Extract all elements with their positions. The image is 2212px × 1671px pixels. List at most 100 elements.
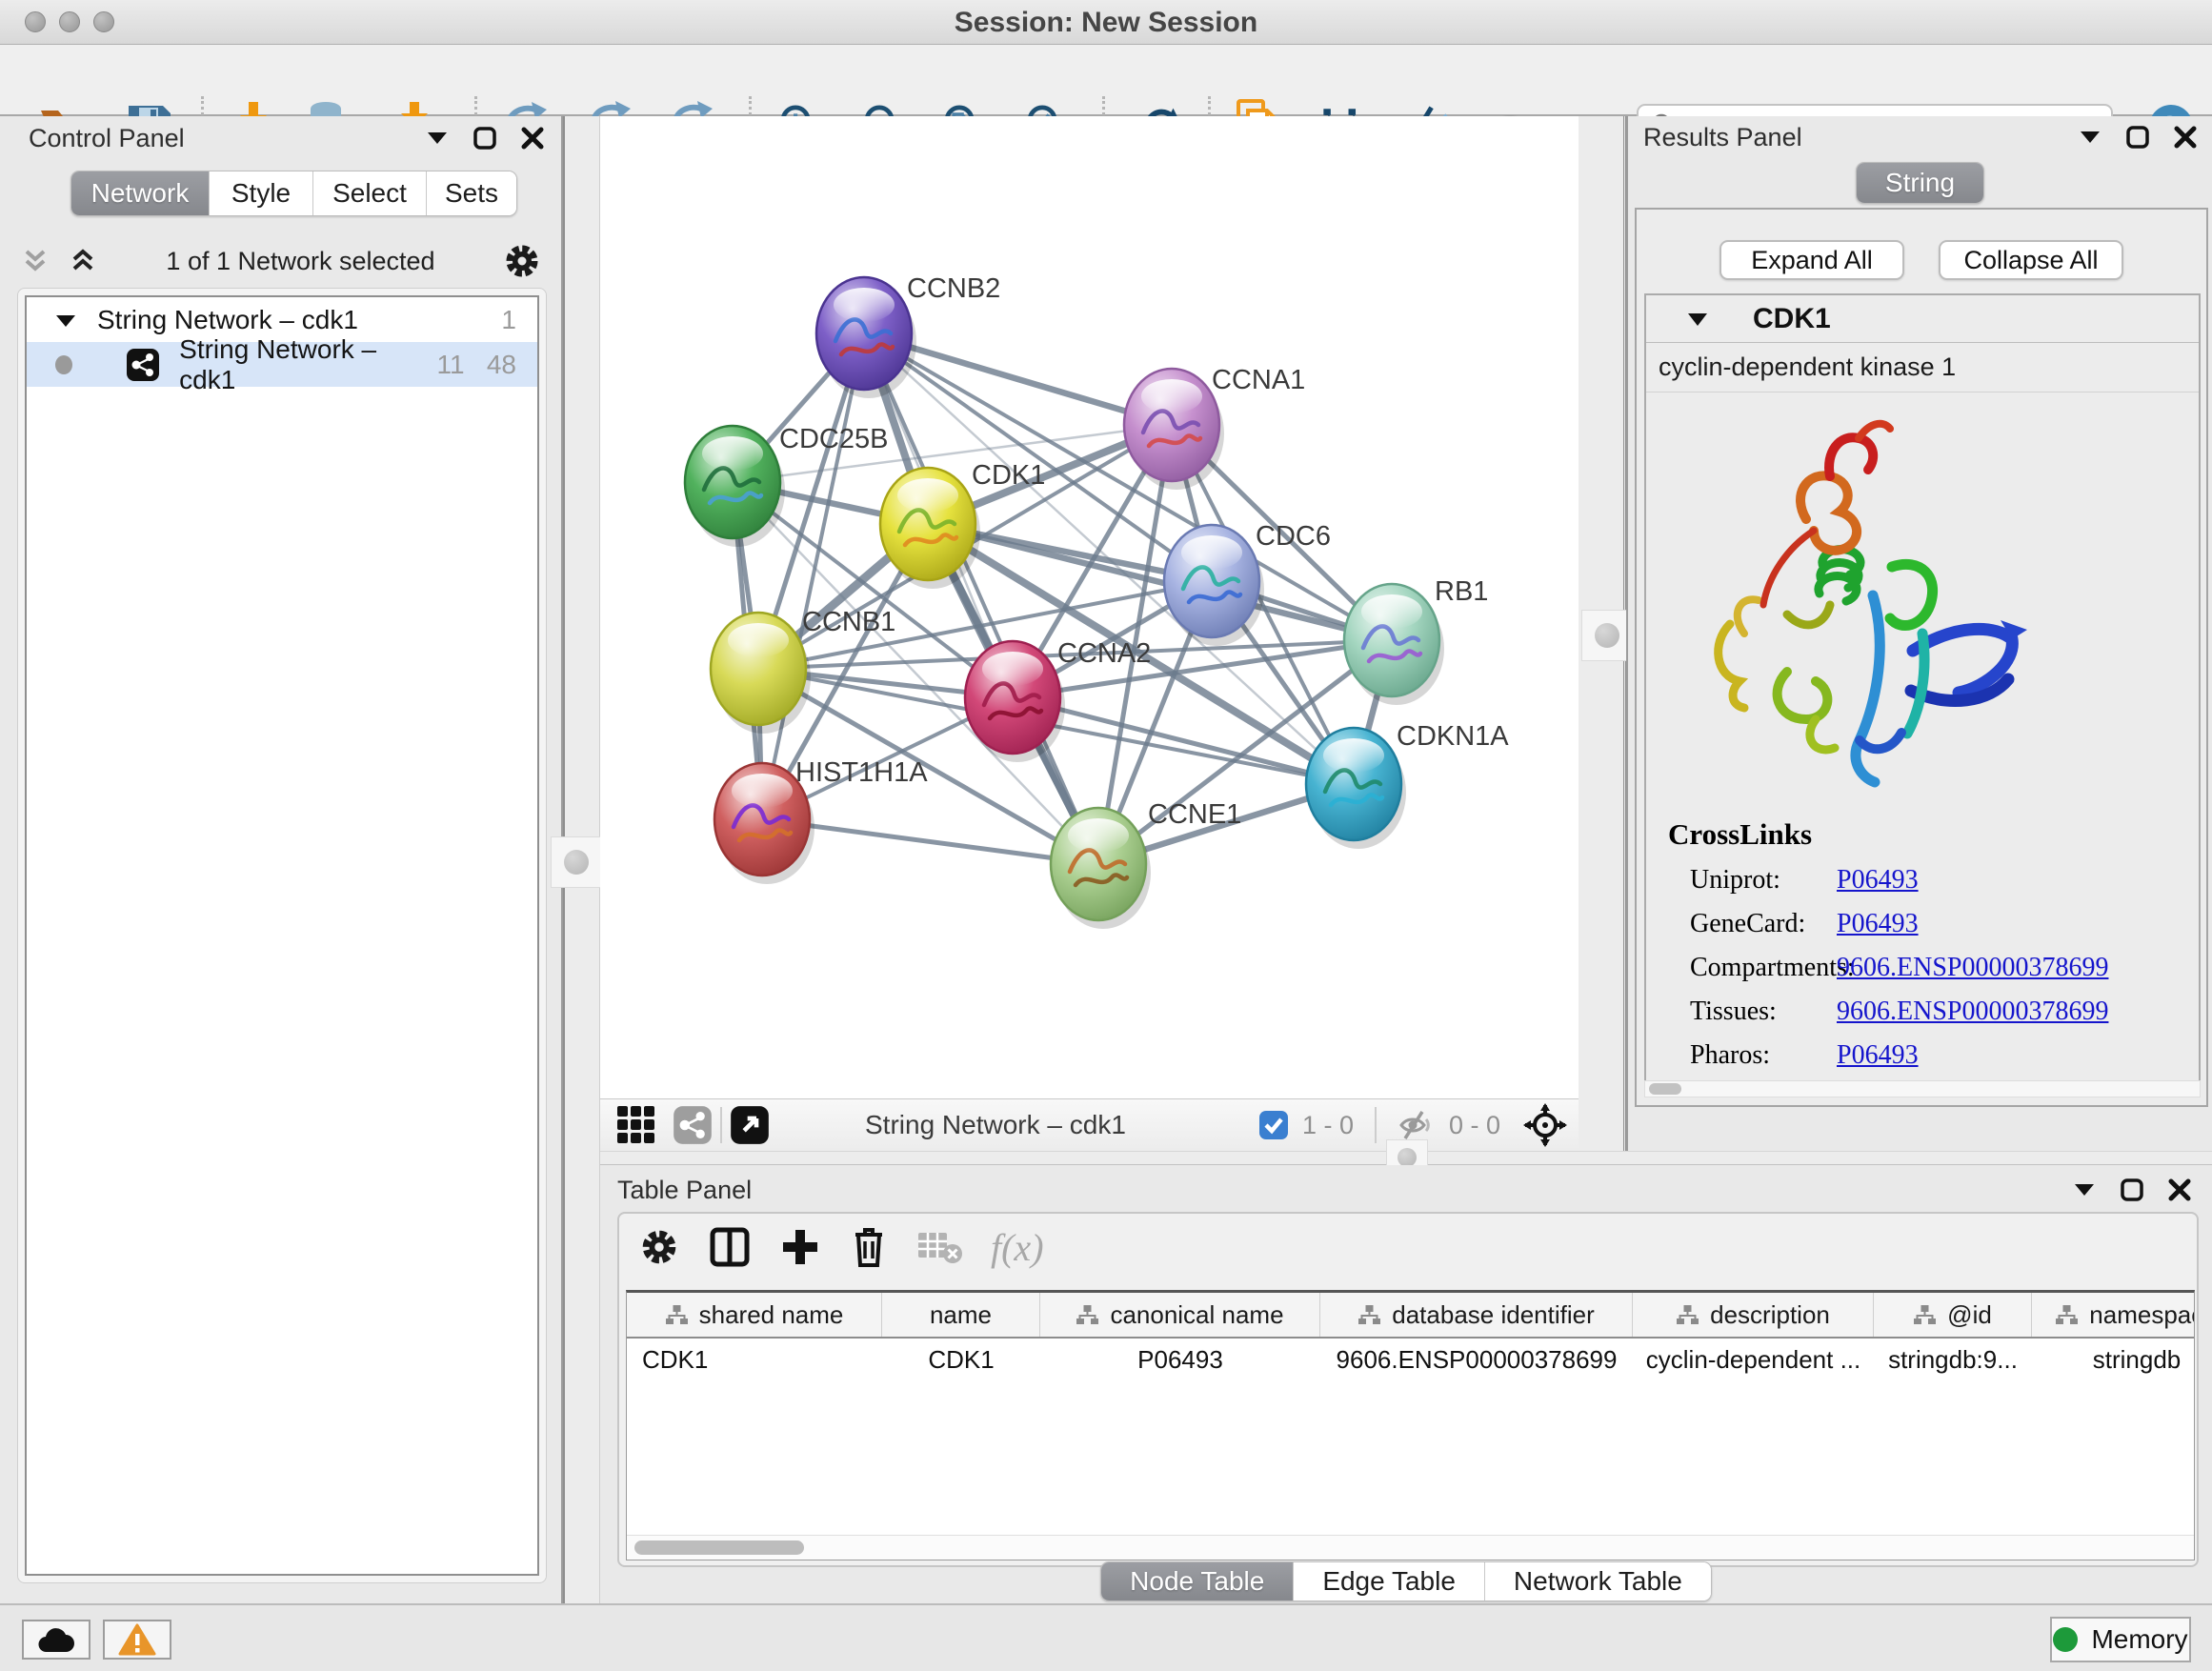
table-horizontal-scrollbar[interactable] xyxy=(627,1535,2194,1560)
tab-string[interactable]: String xyxy=(1857,163,1983,203)
crosslink-label: Tissues: xyxy=(1690,997,1837,1027)
delete-column-icon[interactable] xyxy=(850,1225,888,1269)
panel-close-icon[interactable] xyxy=(2168,1178,2191,1201)
network-canvas[interactable]: CCNB2 CCNA1 CDC25B CDK1 CDC6RB1 CCNB1 CCNA2 CDK… xyxy=(600,116,1579,1098)
tab-network[interactable]: Network xyxy=(71,171,210,215)
network-node[interactable]: CDKN1A xyxy=(1306,721,1509,849)
cloud-button[interactable] xyxy=(22,1620,90,1660)
network-list: String Network – cdk1 1 String Network –… xyxy=(25,295,539,1576)
column-label: shared name xyxy=(699,1300,844,1330)
warning-icon xyxy=(118,1623,156,1656)
results-panel: Results Panel String Expand All Collapse… xyxy=(1626,116,2212,1151)
crosslink-link[interactable]: P06493 xyxy=(1837,909,1919,939)
network-node[interactable]: CCNA1 xyxy=(1124,365,1305,490)
expand-all-button[interactable]: Expand All xyxy=(1719,240,1904,280)
collapse-all-button[interactable]: Collapse All xyxy=(1939,240,2123,280)
crosslink-link[interactable]: 9606.ENSP00000378699 xyxy=(1837,953,2108,983)
crosslink-link[interactable]: 9606.ENSP00000378699 xyxy=(1837,997,2108,1027)
tab-sets[interactable]: Sets xyxy=(427,171,516,215)
warning-button[interactable] xyxy=(103,1620,171,1660)
right-splitter-handle[interactable] xyxy=(1581,610,1633,661)
table-settings-gear-icon[interactable] xyxy=(638,1226,680,1268)
network-edge[interactable] xyxy=(762,333,864,819)
grid-view-icon[interactable] xyxy=(615,1104,657,1146)
column-header-name[interactable]: name xyxy=(882,1293,1040,1337)
memory-status-dot xyxy=(2053,1627,2078,1652)
column-label: namespace xyxy=(2089,1300,2195,1330)
tab-edge-table[interactable]: Edge Table xyxy=(1294,1562,1485,1601)
section-expand-icon[interactable] xyxy=(1686,310,1709,329)
left-splitter-handle[interactable] xyxy=(551,836,602,888)
main-toolbar: ? xyxy=(0,45,2212,116)
panel-menu-icon[interactable] xyxy=(2073,1182,2096,1198)
crosslink-link[interactable]: P06493 xyxy=(1837,865,1919,896)
column-header--id[interactable]: @id xyxy=(1874,1293,2032,1337)
crosslink-label: Pharos: xyxy=(1690,1040,1837,1071)
node-label: CDK1 xyxy=(972,460,1045,491)
shared-column-icon xyxy=(1357,1304,1380,1325)
network-node[interactable]: HIST1H1A xyxy=(714,757,928,884)
column-header-description[interactable]: description xyxy=(1633,1293,1874,1337)
shared-column-icon xyxy=(2055,1304,2078,1325)
table-cell[interactable]: stringdb xyxy=(2032,1339,2195,1380)
table-cell[interactable]: CDK1 xyxy=(882,1339,1040,1380)
fit-content-crosshair-icon[interactable] xyxy=(1523,1103,1567,1147)
hidden-eye-icon[interactable] xyxy=(1398,1109,1436,1141)
panel-float-icon[interactable] xyxy=(2121,1178,2143,1201)
panel-menu-icon[interactable] xyxy=(426,131,449,146)
panel-float-icon[interactable] xyxy=(2126,126,2149,149)
panel-float-icon[interactable] xyxy=(473,127,496,150)
node-table[interactable]: shared name name canonical name database id… xyxy=(626,1290,2195,1560)
network-node[interactable]: CDK1 xyxy=(880,460,1045,589)
add-column-icon[interactable] xyxy=(779,1226,821,1268)
results-panel-title: Results Panel xyxy=(1643,123,1802,152)
network-node[interactable]: CDC25B xyxy=(685,424,888,547)
panel-menu-icon[interactable] xyxy=(2079,130,2101,145)
network-node[interactable]: CCNB2 xyxy=(816,273,1000,398)
tab-select[interactable]: Select xyxy=(313,171,427,215)
selected-checkbox-icon[interactable] xyxy=(1258,1110,1289,1140)
table-cell[interactable]: P06493 xyxy=(1040,1339,1320,1380)
gene-name: CDK1 xyxy=(1753,303,1831,335)
network-node[interactable]: RB1 xyxy=(1344,576,1488,705)
column-label: canonical name xyxy=(1110,1300,1283,1330)
network-bottom-bar: String Network – cdk1 1 - 0 0 - 0 xyxy=(600,1098,1579,1151)
crosslink-link[interactable]: P06493 xyxy=(1837,1040,1919,1071)
network-node[interactable]: CCNE1 xyxy=(1051,799,1241,929)
node-label: HIST1H1A xyxy=(795,757,928,788)
status-bar: Memory xyxy=(0,1603,2212,1671)
panel-close-icon[interactable] xyxy=(2174,126,2197,149)
crosslink-row: Uniprot:P06493 xyxy=(1690,865,2199,896)
table-cell[interactable]: 9606.ENSP00000378699 xyxy=(1320,1339,1633,1380)
table-row[interactable]: CDK1CDK1P064939606.ENSP00000378699cyclin… xyxy=(627,1339,2194,1380)
network-view-icon[interactable] xyxy=(673,1105,713,1145)
shared-column-icon xyxy=(1076,1304,1098,1325)
bottombar-separator xyxy=(720,1107,722,1143)
tab-node-table[interactable]: Node Table xyxy=(1101,1562,1294,1601)
gear-icon[interactable] xyxy=(502,241,542,281)
results-horizontal-scrollbar[interactable] xyxy=(1644,1080,2201,1097)
node-label: CCNE1 xyxy=(1148,799,1241,830)
memory-button[interactable]: Memory xyxy=(2050,1617,2191,1662)
collapse-all-chevron-icon[interactable] xyxy=(19,246,51,276)
network-node[interactable]: CDC6 xyxy=(1164,521,1331,646)
table-cell[interactable]: cyclin-dependent ... xyxy=(1633,1339,1874,1380)
network-node[interactable]: CCNA2 xyxy=(965,638,1151,762)
table-panel: Table Panel f(x) shared namenamecanonica… xyxy=(600,1165,2212,1603)
node-label: CCNA1 xyxy=(1212,365,1305,395)
table-cell[interactable]: stringdb:9... xyxy=(1874,1339,2032,1380)
column-header-database-identifier[interactable]: database identifier xyxy=(1320,1293,1633,1337)
show-columns-icon[interactable] xyxy=(709,1226,751,1268)
detach-view-icon[interactable] xyxy=(730,1105,770,1145)
expand-all-chevron-icon[interactable] xyxy=(67,246,99,276)
collection-expand-icon[interactable] xyxy=(55,312,76,329)
network-row-selected[interactable]: String Network – cdk1 11 48 xyxy=(27,342,537,387)
table-cell[interactable]: CDK1 xyxy=(627,1339,882,1380)
tab-network-table[interactable]: Network Table xyxy=(1485,1562,1711,1601)
network-node[interactable]: CCNB1 xyxy=(711,607,895,734)
column-header-namespace[interactable]: namespace xyxy=(2032,1293,2195,1337)
panel-close-icon[interactable] xyxy=(521,127,544,150)
column-header-canonical-name[interactable]: canonical name xyxy=(1040,1293,1320,1337)
tab-style[interactable]: Style xyxy=(210,171,313,215)
column-header-shared-name[interactable]: shared name xyxy=(627,1293,882,1337)
